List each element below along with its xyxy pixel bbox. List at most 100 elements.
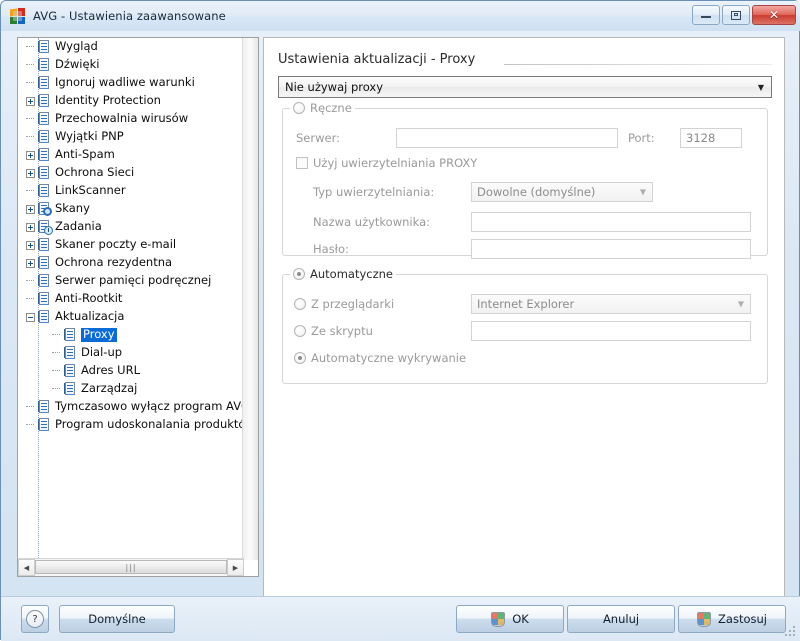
tree-vertical-scrollbar[interactable]	[242, 38, 258, 560]
close-icon: ✕	[768, 8, 780, 22]
manual-radio[interactable]: Ręczne	[290, 101, 355, 115]
tree-item-anti-spam[interactable]: Anti-Spam	[18, 146, 246, 164]
document-icon	[64, 382, 77, 396]
from-browser-radio-dot	[294, 298, 306, 310]
tree-item-przechowalnia-wirus-w[interactable]: Przechowalnia wirusów	[18, 110, 246, 128]
from-script-label: Ze skryptu	[311, 324, 373, 338]
expand-icon[interactable]	[26, 240, 35, 250]
document-icon	[38, 400, 51, 414]
tree-item-ochrona-sieci[interactable]: Ochrona Sieci	[18, 164, 246, 182]
tree-connector	[26, 406, 34, 408]
minimize-button[interactable]	[692, 5, 720, 25]
document-icon	[64, 364, 77, 378]
autodetect-radio-dot	[294, 352, 306, 364]
port-input[interactable]: 3128	[680, 128, 742, 148]
hscroll-thumb[interactable]: |||	[35, 560, 227, 574]
document-icon	[38, 130, 51, 144]
username-label-row: Nazwa użytkownika:	[313, 215, 430, 229]
settings-tree[interactable]: Wygląd Dźwięki Ignoruj wadliwe warunki Iden…	[18, 38, 246, 560]
document-icon	[38, 148, 51, 162]
expand-icon[interactable]	[26, 150, 35, 160]
auth-type-label-row: Typ uwierzytelniania:	[313, 185, 434, 199]
tree-horizontal-scrollbar[interactable]: ◀ ||| ▶	[18, 558, 244, 576]
tree-item-adres-url[interactable]: Adres URL	[18, 362, 246, 380]
expand-icon[interactable]	[26, 258, 35, 268]
tree-item-program-udoskonalania-produkt-w[interactable]: Program udoskonalania produktów	[18, 416, 246, 434]
ok-button[interactable]: OK	[456, 605, 564, 633]
tree-item-label: Serwer pamięci podręcznej	[55, 273, 212, 288]
question-mark-icon: ?	[26, 610, 44, 628]
server-input[interactable]	[396, 128, 618, 148]
tree-item-ignoruj-wadliwe-warunki[interactable]: Ignoruj wadliwe warunki	[18, 74, 246, 92]
uac-shield-icon	[697, 611, 712, 627]
port-input-value: 3128	[686, 131, 716, 145]
expand-icon[interactable]	[26, 204, 35, 214]
chevron-down-icon: ▼	[757, 82, 765, 92]
tree-connector	[52, 334, 60, 336]
tree-item-dial-up[interactable]: Dial-up	[18, 344, 246, 362]
use-proxy-auth-checkbox[interactable]: Użyj uwierzytelniania PROXY	[296, 156, 477, 170]
window-controls: ✕	[692, 5, 796, 25]
autodetect-radio[interactable]: Automatyczne wykrywanie	[294, 351, 466, 365]
defaults-button[interactable]: Domyślne	[59, 605, 175, 633]
username-label: Nazwa użytkownika:	[313, 215, 430, 229]
tree-item-identity-protection[interactable]: Identity Protection	[18, 92, 246, 110]
settings-content-panel: Ustawienia aktualizacji - Proxy Nie używ…	[263, 37, 785, 602]
close-button[interactable]: ✕	[752, 5, 796, 25]
password-input[interactable]	[471, 239, 751, 259]
tree-item-zadania[interactable]: Zadania	[18, 218, 246, 236]
expand-icon[interactable]	[26, 168, 35, 178]
tree-connector	[26, 136, 34, 138]
apply-button-label: Zastosuj	[718, 612, 767, 626]
help-button[interactable]: ?	[21, 605, 49, 633]
tree-item-skany[interactable]: Skany	[18, 200, 246, 218]
apply-button[interactable]: Zastosuj	[678, 605, 786, 633]
resize-grip[interactable]	[785, 626, 797, 638]
tree-item-linkscanner[interactable]: LinkScanner	[18, 182, 246, 200]
automatic-radio-dot	[293, 268, 305, 280]
tree-item-label: Ignoruj wadliwe warunki	[55, 75, 195, 90]
tree-item-zarz-dzaj[interactable]: Zarządzaj	[18, 380, 246, 398]
tree-item-label: Dial-up	[81, 345, 123, 360]
tree-item-label: Tymczasowo wyłącz program AVG	[55, 399, 246, 414]
from-script-radio[interactable]: Ze skryptu	[294, 324, 373, 338]
manual-proxy-group: Ręczne Serwer: Port: 3128 Użyj uwierzyte…	[282, 101, 768, 259]
tree-item-wyj-tki-pnp[interactable]: Wyjątki PNP	[18, 128, 246, 146]
tree-item-wygl-d[interactable]: Wygląd	[18, 38, 246, 56]
scroll-left-icon[interactable]: ◀	[18, 559, 35, 576]
scroll-right-icon[interactable]: ▶	[227, 559, 244, 576]
document-icon	[38, 274, 51, 288]
password-label-row: Hasło:	[313, 242, 349, 256]
tree-item-label: LinkScanner	[55, 183, 126, 198]
tree-item-ochrona-rezydentna[interactable]: Ochrona rezydentna	[18, 254, 246, 272]
tree-connector	[26, 190, 34, 192]
hscroll-track[interactable]: |||	[35, 559, 227, 576]
tree-item-skaner-poczty-e-mail[interactable]: Skaner poczty e-mail	[18, 236, 246, 254]
tree-item-proxy[interactable]: Proxy	[18, 326, 246, 344]
proxy-mode-select[interactable]: Nie używaj proxy ▼	[278, 76, 772, 98]
tree-item-label: Aktualizacja	[55, 309, 125, 324]
expand-icon[interactable]	[26, 222, 35, 232]
collapse-icon[interactable]	[26, 312, 35, 322]
from-browser-radio[interactable]: Z przeglądarki	[294, 297, 394, 311]
tree-connector	[26, 298, 34, 300]
script-input[interactable]	[471, 321, 751, 341]
tree-item-serwer-pami-ci-podr-cznej[interactable]: Serwer pamięci podręcznej	[18, 272, 246, 290]
tree-item-tymczasowo-wy-cz-program-avg[interactable]: Tymczasowo wyłącz program AVG	[18, 398, 246, 416]
document-icon	[64, 346, 77, 360]
automatic-radio[interactable]: Automatyczne	[290, 267, 396, 281]
document-icon	[38, 184, 51, 198]
expand-icon[interactable]	[26, 96, 35, 106]
tree-item-anti-rootkit[interactable]: Anti-Rootkit	[18, 290, 246, 308]
document-icon	[64, 328, 77, 342]
tree-item-label: Zarządzaj	[81, 381, 138, 396]
window-body: Wygląd Dźwięki Ignoruj wadliwe warunki Iden…	[1, 31, 800, 602]
auth-type-select[interactable]: Dowolne (domyślne) ▼	[471, 182, 653, 202]
restore-button[interactable]	[722, 5, 750, 25]
cancel-button[interactable]: Anuluj	[567, 605, 675, 633]
tree-item-label: Ochrona Sieci	[55, 165, 135, 180]
tree-item-aktualizacja[interactable]: Aktualizacja	[18, 308, 246, 326]
browser-select[interactable]: Internet Explorer ▼	[471, 294, 751, 314]
tree-item-d-wi-ki[interactable]: Dźwięki	[18, 56, 246, 74]
username-input[interactable]	[471, 212, 751, 232]
